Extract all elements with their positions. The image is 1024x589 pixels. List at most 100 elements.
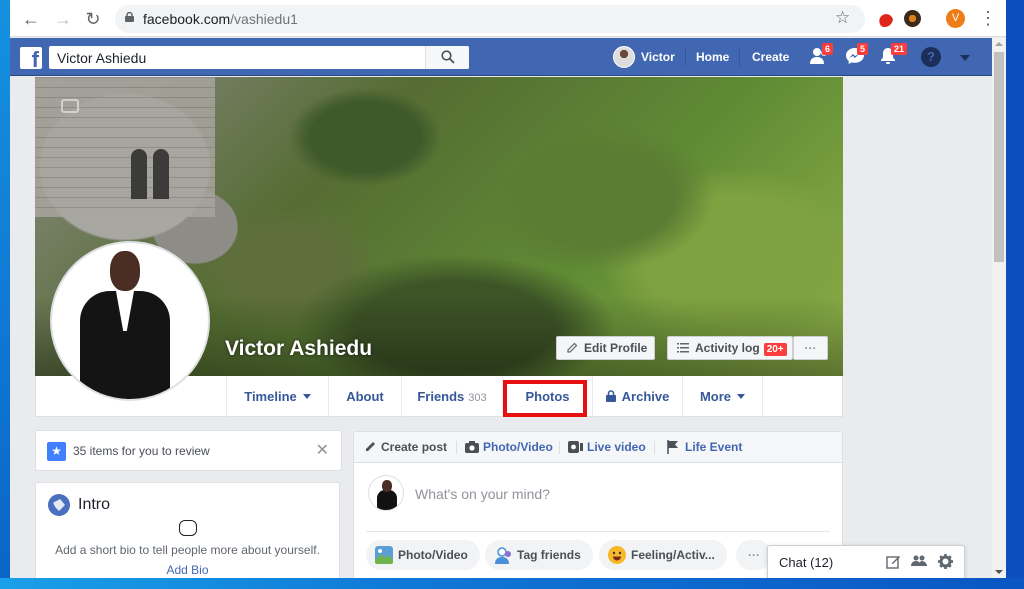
avatar-head <box>382 480 392 492</box>
divider <box>456 441 457 454</box>
extension-icon-1[interactable] <box>876 10 893 27</box>
messages-badge: 5 <box>857 43 869 55</box>
profile-link[interactable]: Victor <box>641 47 675 67</box>
profile-name[interactable]: Victor Ashiedu <box>225 337 372 361</box>
messages-button[interactable]: 5 <box>845 43 869 67</box>
tag-friends-icon <box>495 547 511 564</box>
edit-profile-label: Edit Profile <box>584 341 648 355</box>
flag-icon <box>667 440 678 454</box>
photos-tab-highlight <box>503 380 587 417</box>
pencil-icon <box>567 342 578 353</box>
intro-card: Intro Add a short bio to tell people mor… <box>35 482 340 578</box>
pencil-icon <box>366 442 375 451</box>
tab-timeline[interactable]: Timeline <box>226 376 329 417</box>
new-message-icon[interactable] <box>885 554 901 570</box>
help-icon[interactable]: ? <box>921 47 941 67</box>
tag-friends-action[interactable]: Tag friends <box>485 540 593 570</box>
scroll-up-arrow-icon[interactable] <box>995 42 1003 46</box>
tab-about[interactable]: About <box>329 376 402 417</box>
activity-log-badge: 20+ <box>763 343 787 356</box>
chat-label: Chat (12) <box>779 555 834 570</box>
avatar-body <box>377 490 397 510</box>
browser-window: ← → ↻ facebook.com/vashiedu1 ☆ V ⋮ f Vic… <box>10 0 1006 578</box>
create-group-icon[interactable] <box>911 554 927 570</box>
desktop-background <box>0 0 10 589</box>
more-options-button[interactable]: ··· <box>793 336 828 360</box>
globe-icon <box>48 494 70 516</box>
chevron-down-icon <box>302 394 311 399</box>
taskbar-edge <box>0 578 1024 589</box>
browser-menu-icon[interactable]: ⋮ <box>979 8 997 28</box>
divider <box>739 48 740 66</box>
lock-icon <box>605 390 616 402</box>
review-text: 35 items for you to review <box>73 444 210 458</box>
browser-toolbar: ← → ↻ facebook.com/vashiedu1 ☆ V ⋮ <box>10 0 1006 37</box>
forward-arrow-icon[interactable]: → <box>52 8 74 30</box>
search-input[interactable]: Victor Ashiedu <box>49 46 469 69</box>
list-icon <box>677 343 689 353</box>
scroll-down-arrow-icon[interactable] <box>995 570 1003 574</box>
search-button[interactable] <box>425 46 469 69</box>
add-bio-link[interactable]: Add Bio <box>36 563 339 577</box>
friend-requests-button[interactable]: 6 <box>810 43 834 67</box>
notifications-button[interactable]: 21 <box>879 43 908 67</box>
bio-prompt: Add a short bio to tell people more abou… <box>55 543 320 557</box>
search-icon <box>441 50 455 64</box>
chevron-down-icon <box>737 394 746 399</box>
tab-friends[interactable]: Friends 303 <box>402 376 503 417</box>
video-camera-icon <box>568 441 583 453</box>
photo-video-action[interactable]: Photo/Video <box>366 540 480 570</box>
facebook-header: f Victor Ashiedu Victor Home Create 6 5 … <box>10 38 992 76</box>
tab-archive[interactable]: Archive <box>593 376 683 417</box>
browser-profile-avatar[interactable]: V <box>946 9 965 28</box>
smiley-icon <box>608 546 626 564</box>
composer-tabs: Create post Photo/Video Live video Life … <box>354 432 842 463</box>
cover-wall-detail <box>35 77 215 217</box>
review-card[interactable]: ★ 35 items for you to review ✕ <box>35 430 342 471</box>
account-menu-caret-icon[interactable] <box>960 55 970 61</box>
user-avatar[interactable] <box>613 46 635 68</box>
home-link[interactable]: Home <box>696 47 729 67</box>
post-input[interactable]: What's on your mind? <box>415 486 550 502</box>
feeling-activity-action[interactable]: Feeling/Activ... <box>599 540 727 570</box>
photo-video-tab[interactable]: Photo/Video <box>483 440 553 454</box>
camera-icon <box>465 441 479 453</box>
divider <box>685 48 686 66</box>
photo-icon <box>375 546 393 564</box>
bookmark-star-icon[interactable]: ☆ <box>835 8 850 28</box>
divider <box>654 441 655 454</box>
camera-icon[interactable] <box>61 99 79 113</box>
tab-more[interactable]: More <box>683 376 763 417</box>
url-text: facebook.com/vashiedu1 <box>143 11 298 27</box>
activity-log-button[interactable]: Activity log 20+ <box>667 336 793 360</box>
lock-icon <box>125 12 134 22</box>
vertical-scrollbar[interactable] <box>992 38 1006 578</box>
back-arrow-icon[interactable]: ← <box>20 8 42 30</box>
create-post-tab[interactable]: Create post <box>381 440 447 454</box>
cover-window-detail <box>131 149 147 199</box>
search-value: Victor Ashiedu <box>57 50 147 66</box>
facebook-logo[interactable]: f <box>20 47 42 69</box>
extension-icon-2[interactable] <box>904 10 921 27</box>
speech-bubble-icon <box>179 520 197 536</box>
live-video-tab[interactable]: Live video <box>587 440 646 454</box>
divider <box>366 531 830 532</box>
divider <box>559 441 560 454</box>
chat-bar[interactable]: Chat (12) <box>767 545 965 578</box>
cover-window-detail <box>153 149 169 199</box>
gear-icon[interactable] <box>937 554 953 570</box>
star-icon: ★ <box>47 442 66 461</box>
reload-icon[interactable]: ↻ <box>82 8 104 30</box>
life-event-tab[interactable]: Life Event <box>685 440 742 454</box>
friends-count: 303 <box>468 392 487 404</box>
create-link[interactable]: Create <box>752 47 789 67</box>
profile-picture[interactable] <box>50 241 210 401</box>
intro-title: Intro <box>78 496 111 513</box>
address-bar[interactable]: facebook.com/vashiedu1 <box>115 5 865 33</box>
profile-picture-head <box>110 251 140 291</box>
activity-log-label: Activity log <box>695 341 760 355</box>
scrollbar-thumb[interactable] <box>994 52 1004 262</box>
composer-avatar <box>368 475 404 511</box>
close-icon[interactable]: ✕ <box>316 440 329 460</box>
edit-profile-button[interactable]: Edit Profile <box>556 336 655 360</box>
